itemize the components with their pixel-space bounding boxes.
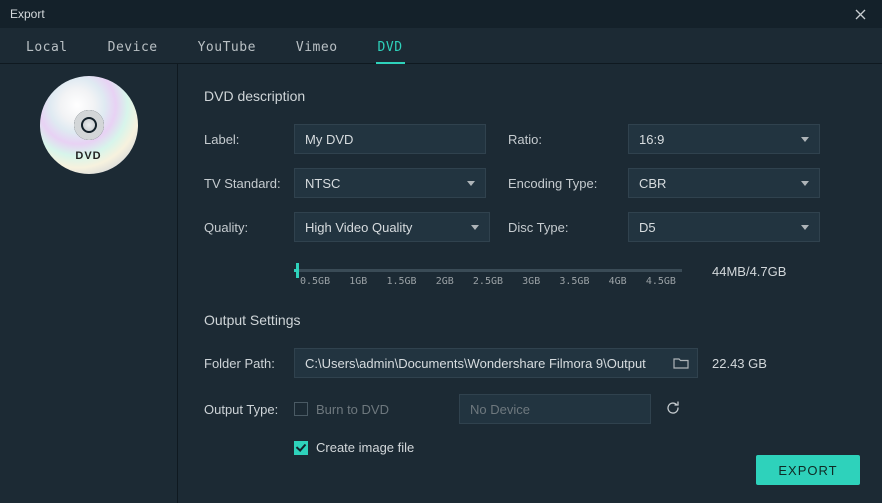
encoding-type-label: Encoding Type:: [508, 176, 628, 191]
close-icon: [855, 9, 866, 20]
quality-label: Quality:: [204, 220, 294, 235]
folder-path-input[interactable]: C:\Users\admin\Documents\Wondershare Fil…: [294, 348, 698, 378]
size-text: 44MB/4.7GB: [712, 264, 786, 279]
label-input[interactable]: My DVD: [294, 124, 486, 154]
capacity-slider[interactable]: 0.5GB 1GB 1.5GB 2GB 2.5GB 3GB 3.5GB 4GB …: [294, 256, 682, 286]
tv-standard-label: TV Standard:: [204, 176, 294, 191]
output-type-label: Output Type:: [204, 402, 294, 417]
section-dvd-description: DVD description: [204, 88, 856, 104]
disc-type-label: Disc Type:: [508, 220, 628, 235]
export-button[interactable]: EXPORT: [756, 455, 860, 485]
main-panel: DVD description Label: My DVD Ratio: 16:…: [178, 64, 882, 503]
tab-dvd[interactable]: DVD: [358, 32, 423, 63]
section-output-settings: Output Settings: [204, 312, 856, 328]
encoding-type-select[interactable]: CBR: [628, 168, 820, 198]
folder-path-label: Folder Path:: [204, 356, 294, 371]
tabs-bar: Local Device YouTube Vimeo DVD: [0, 28, 882, 64]
titlebar: Export: [0, 0, 882, 28]
create-image-file-label: Create image file: [316, 440, 414, 455]
quality-select[interactable]: High Video Quality: [294, 212, 490, 242]
ratio-select[interactable]: 16:9: [628, 124, 820, 154]
chevron-down-icon: [801, 181, 809, 186]
tab-device[interactable]: Device: [88, 32, 178, 63]
device-select[interactable]: No Device: [459, 394, 651, 424]
disc-type-select[interactable]: D5: [628, 212, 820, 242]
window-title: Export: [10, 7, 45, 21]
tab-vimeo[interactable]: Vimeo: [276, 32, 358, 63]
sidebar: DVD: [0, 64, 178, 503]
free-space-text: 22.43 GB: [712, 356, 767, 371]
dvd-disc-icon: DVD: [40, 76, 138, 174]
folder-icon[interactable]: [673, 356, 689, 373]
chevron-down-icon: [801, 137, 809, 142]
chevron-down-icon: [801, 225, 809, 230]
tab-local[interactable]: Local: [6, 32, 88, 63]
ratio-label: Ratio:: [508, 132, 628, 147]
tv-standard-select[interactable]: NTSC: [294, 168, 486, 198]
burn-to-dvd-checkbox[interactable]: [294, 402, 308, 416]
chevron-down-icon: [471, 225, 479, 230]
slider-ticks: 0.5GB 1GB 1.5GB 2GB 2.5GB 3GB 3.5GB 4GB …: [294, 276, 682, 287]
chevron-down-icon: [467, 181, 475, 186]
dvd-disc-label: DVD: [40, 150, 138, 162]
label-label: Label:: [204, 132, 294, 147]
close-button[interactable]: [844, 4, 876, 24]
refresh-button[interactable]: [665, 400, 681, 419]
burn-to-dvd-label: Burn to DVD: [316, 402, 389, 417]
tab-youtube[interactable]: YouTube: [178, 32, 276, 63]
create-image-file-checkbox[interactable]: [294, 441, 308, 455]
